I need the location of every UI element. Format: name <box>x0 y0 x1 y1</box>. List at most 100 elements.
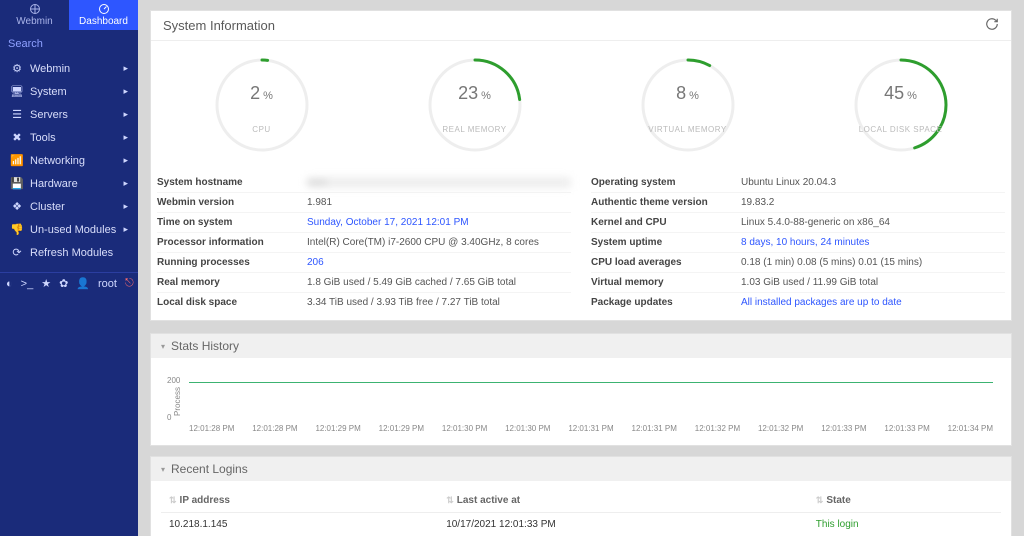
star-icon[interactable]: ★ <box>41 277 51 290</box>
info-key: Real memory <box>157 277 307 288</box>
sysinfo-col-left: System hostname——Webmin version1.981 Time… <box>157 173 571 312</box>
gauge-circle-icon <box>851 55 951 155</box>
info-key: Virtual memory <box>591 277 741 288</box>
info-row: Local disk space3.34 TiB used / 3.93 TiB… <box>157 292 571 312</box>
sidebar-item-label: Networking <box>30 155 123 167</box>
info-key: Time on system <box>157 217 307 228</box>
sidebar-tab-dashboard[interactable]: Dashboard <box>69 0 138 30</box>
info-value[interactable]: 206 <box>307 257 571 268</box>
info-value: Linux 5.4.0-88-generic on x86_64 <box>741 217 1005 228</box>
section-title: Recent Logins <box>171 462 248 476</box>
sidebar-item-label: Webmin <box>30 63 123 75</box>
hardware-icon: 💾 <box>10 177 24 190</box>
sidebar: Webmin Dashboard ⚙ Webmin ▸ 🖥System▸ ☰Serv… <box>0 0 138 536</box>
gauge-circle-icon <box>212 55 312 155</box>
stats-xtick: 12:01:33 PM <box>821 424 866 433</box>
recent-logins-header[interactable]: ▾ Recent Logins <box>150 456 1012 481</box>
gauge-circle-icon <box>425 55 525 155</box>
info-value: 0.18 (1 min) 0.08 (5 mins) 0.01 (15 mins… <box>741 257 1005 268</box>
info-key: Local disk space <box>157 297 307 308</box>
sidebar-item-cluster[interactable]: ❖Cluster▸ <box>0 195 138 218</box>
collapse-icon: ▾ <box>161 465 165 474</box>
search-input[interactable] <box>8 38 150 50</box>
network-icon: 📶 <box>10 154 24 167</box>
info-value: 19.83.2 <box>741 197 1005 208</box>
refresh-icon <box>985 17 999 31</box>
stats-xtick: 12:01:34 PM <box>948 424 993 433</box>
stats-xtick: 12:01:33 PM <box>884 424 929 433</box>
sidebar-item-webmin[interactable]: ⚙Webmin▸ <box>0 57 138 80</box>
gauge-percent: 23 % <box>458 83 491 104</box>
sidebar-item-servers[interactable]: ☰Servers▸ <box>0 103 138 126</box>
unused-icon: 👎 <box>10 223 24 236</box>
sidebar-tab-label: Dashboard <box>79 16 128 27</box>
info-value[interactable]: 8 days, 10 hours, 24 minutes <box>741 237 1005 248</box>
stats-ytick-max: 200 <box>167 376 180 385</box>
webmin-icon <box>29 3 41 15</box>
info-value[interactable]: All installed packages are up to date <box>741 297 1005 308</box>
col-ip[interactable]: IP address <box>161 489 438 513</box>
user-label: root <box>98 278 117 290</box>
logout-icon[interactable]: ⎋ <box>125 277 134 290</box>
info-row: Authentic theme version19.83.2 <box>591 192 1005 212</box>
sidebar-item-hardware[interactable]: 💾Hardware▸ <box>0 172 138 195</box>
info-row: System hostname—— <box>157 173 571 192</box>
sysinfo-col-right: Operating systemUbuntu Linux 20.04.3Auth… <box>591 173 1005 312</box>
sidebar-item-networking[interactable]: 📶Networking▸ <box>0 149 138 172</box>
collapse-icon: ▾ <box>161 342 165 351</box>
info-row: Webmin version1.981 <box>157 192 571 212</box>
info-value: 1.8 GiB used / 5.49 GiB cached / 7.65 Gi… <box>307 277 571 288</box>
info-row: Package updatesAll installed packages ar… <box>591 292 1005 312</box>
info-row: Operating systemUbuntu Linux 20.04.3 <box>591 173 1005 192</box>
info-key: Webmin version <box>157 197 307 208</box>
stats-history-header[interactable]: ▾ Stats History <box>150 333 1012 358</box>
user-icon[interactable]: 👤 <box>76 277 90 290</box>
gear-icon: ⚙ <box>10 62 24 75</box>
stats-xtick: 12:01:32 PM <box>758 424 803 433</box>
info-row: Kernel and CPULinux 5.4.0-88-generic on … <box>591 212 1005 232</box>
info-key: Running processes <box>157 257 307 268</box>
chevron-right-icon: ▸ <box>123 109 128 120</box>
chevron-right-icon: ▸ <box>123 178 128 189</box>
sidebar-tabs: Webmin Dashboard <box>0 0 138 30</box>
sidebar-item-tools[interactable]: ✖Tools▸ <box>0 126 138 149</box>
cell-last: 10/17/2021 12:01:33 PM <box>438 513 808 536</box>
info-row: Processor informationIntel(R) Core(TM) i… <box>157 232 571 252</box>
info-key: Package updates <box>591 297 741 308</box>
info-value: Ubuntu Linux 20.04.3 <box>741 177 1005 188</box>
refresh-button[interactable] <box>985 17 999 34</box>
info-value[interactable]: Sunday, October 17, 2021 12:01 PM <box>307 217 571 228</box>
chevron-right-icon: ▸ <box>123 224 128 235</box>
sidebar-item-label: Cluster <box>30 201 123 213</box>
gauge-percent: 45 % <box>884 83 917 104</box>
info-value: 3.34 TiB used / 3.93 TiB free / 7.27 TiB… <box>307 297 571 308</box>
stats-xtick: 12:01:31 PM <box>632 424 677 433</box>
gauge-local-disk-space: 45 %LOCAL DISK SPACE <box>816 55 986 155</box>
recent-logins-table: IP address Last active at State 10.218.1… <box>161 489 1001 536</box>
cell-state: This login <box>808 513 1001 536</box>
chevron-right-icon: ▸ <box>123 201 128 212</box>
gauge-percent: 8 % <box>676 83 699 104</box>
gauge-cpu: 2 %CPU <box>177 55 347 155</box>
sidebar-search <box>0 30 138 57</box>
info-key: Processor information <box>157 237 307 248</box>
system-icon: 🖥 <box>10 85 24 98</box>
sidebar-item-unused[interactable]: 👎 Un-used Modules▸ <box>0 218 138 241</box>
sidebar-item-label: Servers <box>30 109 123 121</box>
sidebar-tab-webmin[interactable]: Webmin <box>0 0 69 30</box>
sidebar-item-refresh[interactable]: ⟳Refresh Modules <box>0 241 138 264</box>
night-mode-icon[interactable]: ◐ <box>6 278 13 290</box>
main: System Information 2 %CPU23 %REAL MEMORY… <box>138 0 1024 536</box>
sidebar-item-system[interactable]: 🖥System▸ <box>0 80 138 103</box>
stats-xtick: 12:01:32 PM <box>695 424 740 433</box>
info-key: System hostname <box>157 177 307 188</box>
terminal-icon[interactable]: >_ <box>21 278 34 290</box>
sidebar-bottombar: ◐ >_ ★ ✿ 👤 root ⎋ <box>0 272 138 294</box>
col-last[interactable]: Last active at <box>438 489 808 513</box>
settings-icon[interactable]: ✿ <box>59 277 68 290</box>
gauge-percent: 2 % <box>250 83 273 104</box>
system-info-panel: System Information 2 %CPU23 %REAL MEMORY… <box>150 10 1012 321</box>
col-state[interactable]: State <box>808 489 1001 513</box>
sidebar-item-label: Un-used Modules <box>30 224 123 236</box>
dashboard-icon <box>98 3 110 15</box>
